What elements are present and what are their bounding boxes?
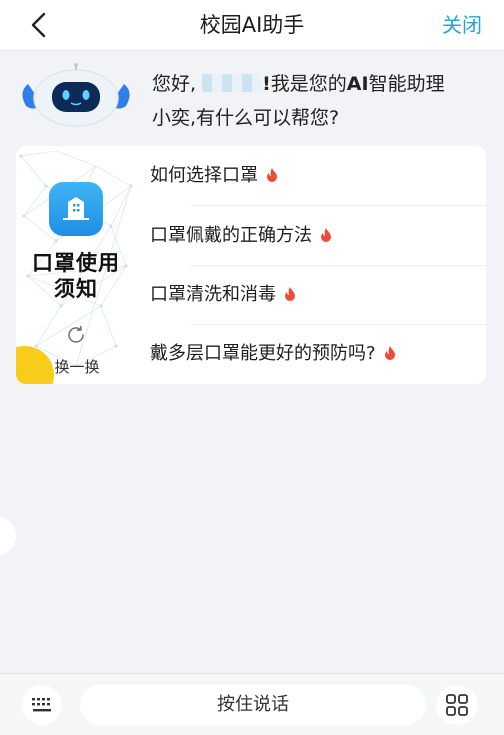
page-title: 校园AI助手 (199, 13, 305, 37)
side-drawer-handle[interactable] (0, 516, 16, 556)
keyboard-icon (32, 698, 51, 712)
question-text: 戴多层口罩能更好的预防吗? (150, 343, 376, 364)
question-item[interactable]: 戴多层口罩能更好的预防吗? (150, 324, 486, 383)
hold-to-talk-button[interactable]: 按住说话 (80, 685, 426, 725)
question-item[interactable]: 口罩清洗和消毒 (150, 265, 486, 324)
topic-title-line2: 须知 (54, 277, 98, 301)
header-bar: 校园AI助手 关闭 (0, 0, 504, 51)
input-bar: 按住说话 (0, 673, 504, 735)
greeting-suffix: 我是您的 (270, 73, 347, 95)
question-text: 如何选择口罩 (150, 165, 258, 186)
keyboard-button[interactable] (22, 685, 62, 725)
more-button[interactable] (436, 685, 478, 725)
question-item[interactable]: 如何选择口罩 (150, 146, 486, 205)
faq-card: 口罩使用 须知 换一换 如何选择口罩 口罩佩戴的正确方法 口罩清洗和消毒 戴多层… (16, 146, 486, 384)
greeting-prefix: 您好, (152, 73, 197, 95)
fire-icon (267, 168, 277, 182)
question-list: 如何选择口罩 口罩佩戴的正确方法 口罩清洗和消毒 戴多层口罩能更好的预防吗? (150, 146, 486, 384)
topic-panel: 口罩使用 须知 换一换 (16, 146, 136, 384)
greeting-line2: 小奕,有什么可以帮您? (152, 107, 340, 129)
refresh-button[interactable]: 换一换 (46, 356, 108, 377)
fire-icon (285, 287, 295, 301)
masked-username (202, 74, 263, 92)
fire-icon (321, 228, 331, 242)
grid-icon (446, 694, 468, 716)
greeting-message: 您好, !我是您的AI智能助理 小奕,有什么可以帮您? (152, 73, 445, 129)
topic-title-line1: 口罩使用 (32, 251, 120, 275)
greeting-ai: AI (346, 73, 369, 95)
refresh-icon[interactable] (65, 324, 87, 346)
greeting-rest: 智能助理 (368, 73, 445, 95)
topic-title: 口罩使用 须知 (24, 250, 128, 302)
fire-icon (384, 346, 395, 360)
question-text: 口罩佩戴的正确方法 (150, 225, 312, 246)
question-text: 口罩清洗和消毒 (150, 284, 276, 305)
question-item[interactable]: 口罩佩戴的正确方法 (150, 206, 486, 265)
bot-avatar (22, 63, 130, 127)
close-button[interactable]: 关闭 (442, 0, 482, 50)
building-icon (49, 182, 103, 236)
